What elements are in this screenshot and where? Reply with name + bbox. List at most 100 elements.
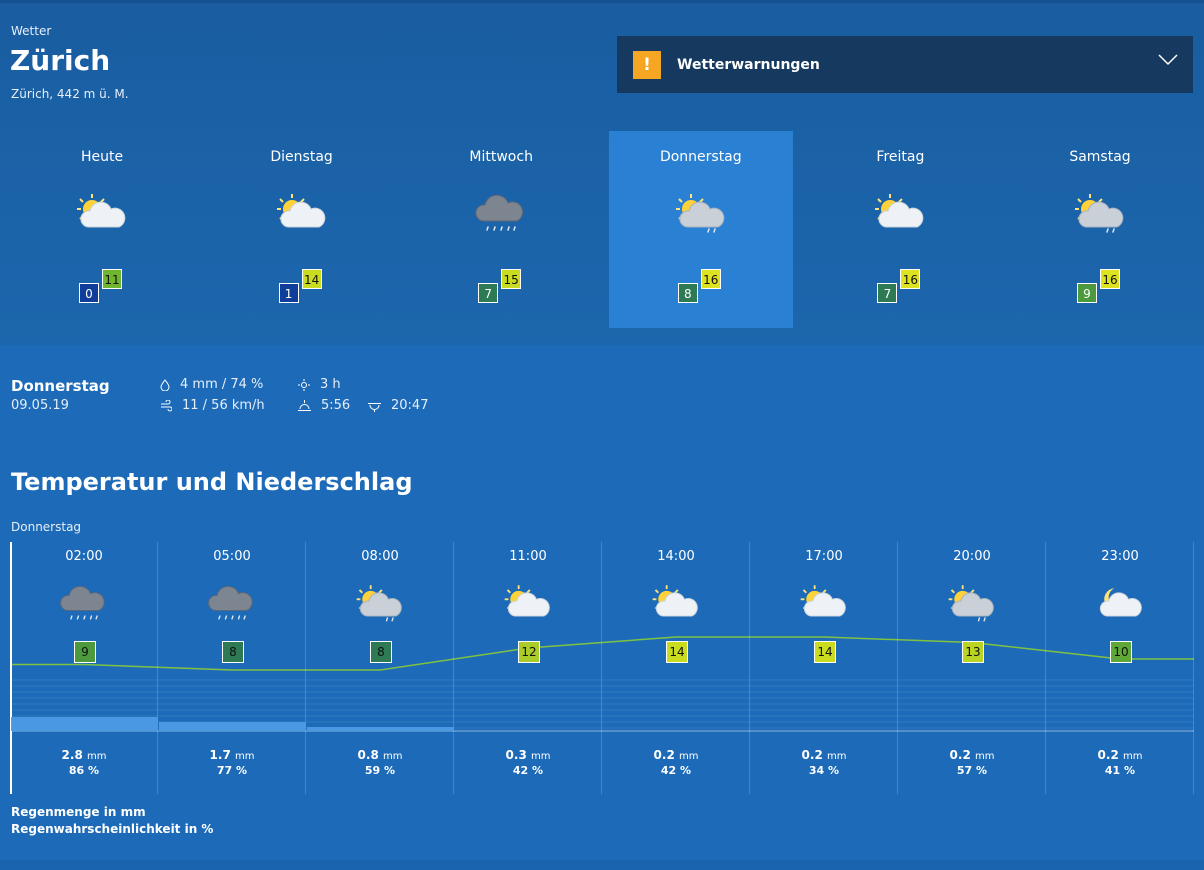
rain-probability: 86 % — [68, 764, 100, 777]
rain-amount: 0.2 mm — [1046, 748, 1194, 762]
temp-max-badge: 16 — [900, 269, 921, 289]
temp-min-badge: 1 — [278, 283, 299, 303]
hour-temp-badge: 10 — [1110, 641, 1132, 663]
rain-probability: 42 % — [512, 764, 544, 777]
hour-label: 23:00 — [1101, 549, 1139, 564]
hourly-column: 08:00 8 0.8 mm 59 % — [306, 542, 454, 794]
sun-cloud-icon — [800, 585, 846, 617]
hour-label: 02:00 — [65, 549, 103, 564]
sunrise-summary: 5:56 — [298, 398, 350, 413]
rain-amount-value: 0.2 — [1097, 748, 1119, 762]
rain-amount: 0.2 mm — [602, 748, 750, 762]
hour-temp-badge: 8 — [222, 641, 244, 663]
temp-max-badge: 16 — [700, 269, 721, 289]
moon-cloud-icon — [1099, 588, 1142, 617]
hourly-column: 02:00 9 2.8 mm 86 % — [10, 542, 158, 794]
legend-rain-amount: Regenmenge in mm — [11, 805, 146, 819]
hour-label: 17:00 — [805, 549, 843, 564]
day-tab-donnerstag[interactable]: Donnerstag 16 8 — [608, 131, 793, 328]
temp-max-badge: 15 — [501, 269, 522, 289]
sunset-icon — [368, 402, 381, 412]
page-bottom-border — [0, 860, 1204, 870]
rain-cloud-icon — [475, 194, 524, 231]
rain-amount-value: 0.2 — [949, 748, 971, 762]
day-name: Donnerstag — [659, 149, 742, 165]
precipitation-value: 4 mm / 74 % — [180, 377, 264, 392]
rain-amount-value: 0.2 — [653, 748, 675, 762]
sun-cloud-icon — [276, 194, 325, 228]
day-tab-mittwoch[interactable]: Mittwoch 15 7 — [409, 131, 593, 328]
temp-min-badge: 0 — [79, 283, 99, 303]
section-subtitle: Donnerstag — [11, 520, 82, 534]
rain-probability: 77 % — [216, 764, 248, 777]
rain-amount: 0.2 mm — [750, 748, 898, 762]
temp-max-badge: 16 — [1100, 269, 1120, 289]
precipitation-summary: 4 mm / 74 % — [160, 377, 263, 392]
sun-cloud-icon — [504, 585, 550, 617]
rain-amount-value: 0.2 — [801, 748, 823, 762]
hourly-column: 20:00 13 0.2 mm 57 % — [898, 542, 1046, 794]
hour-label: 11:00 — [509, 549, 547, 564]
weather-warnings-dropdown[interactable]: ! Wetterwarnungen — [617, 36, 1193, 93]
rain-amount-unit: mm — [1122, 751, 1143, 762]
forecast-header: Wetter Zürich Zürich, 442 m ü. M. ! Wett… — [0, 0, 1204, 345]
hourly-column: 17:00 14 0.2 mm 34 % — [750, 542, 898, 794]
day-name: Mittwoch — [469, 149, 533, 165]
chevron-down-icon — [1158, 54, 1178, 66]
rain-amount-unit: mm — [974, 751, 995, 762]
raindrop-icon — [160, 378, 170, 391]
day-tabs: Heute 11 0 Dienstag 14 1 Mittwoch 15 7 Donnerstag… — [10, 131, 1194, 328]
rain-amount: 0.3 mm — [454, 748, 602, 762]
rain-cloud-icon — [208, 585, 253, 620]
hour-label: 05:00 — [213, 549, 251, 564]
sun-cloud-icon — [652, 585, 698, 617]
sun-rain-cloud-icon — [675, 194, 725, 233]
rain-amount: 1.7 mm — [158, 748, 306, 762]
day-tab-freitag[interactable]: Freitag 16 7 — [808, 131, 992, 328]
day-tab-heute[interactable]: Heute 11 0 — [10, 131, 194, 328]
day-name: Samstag — [1069, 149, 1131, 165]
day-name: Freitag — [876, 149, 925, 165]
sunrise-value: 5:56 — [321, 398, 351, 413]
rain-probability: 42 % — [660, 764, 692, 777]
hourly-column: 14:00 14 0.2 mm 42 % — [602, 542, 750, 794]
temp-max-badge: 11 — [102, 269, 122, 289]
sun-cloud-icon — [77, 194, 126, 228]
hour-temp-badge: 9 — [74, 641, 96, 663]
hourly-column: 11:00 12 0.3 mm 42 % — [454, 542, 602, 794]
day-name: Heute — [80, 149, 124, 165]
rain-amount-value: 2.8 — [61, 748, 83, 762]
rain-amount: 2.8 mm — [10, 748, 158, 762]
hour-temp-badge: 13 — [962, 641, 984, 663]
warning-icon: ! — [633, 50, 661, 79]
rain-amount-unit: mm — [234, 751, 255, 762]
rain-amount-unit: mm — [678, 751, 699, 762]
hour-temp-badge: 14 — [814, 641, 836, 663]
wind-summary: 11 / 56 km/h — [160, 398, 265, 413]
rain-amount: 0.2 mm — [898, 748, 1046, 762]
hour-temp-badge: 12 — [518, 641, 540, 663]
temp-min-badge: 8 — [677, 283, 698, 303]
rain-amount-value: 1.7 — [209, 748, 231, 762]
detail-day-name: Donnerstag — [11, 377, 110, 395]
page-title: Zürich — [10, 44, 111, 77]
wind-icon — [161, 399, 172, 411]
hour-temp-badge: 8 — [370, 641, 392, 663]
hour-temp-badge: 14 — [666, 641, 688, 663]
sun-rain-cloud-icon — [356, 585, 402, 622]
day-tab-dienstag[interactable]: Dienstag 14 1 — [210, 131, 394, 328]
hour-label: 20:00 — [953, 549, 991, 564]
detail-date: 09.05.19 — [11, 398, 69, 413]
rain-amount: 0.8 mm — [306, 748, 454, 762]
rain-amount-unit: mm — [86, 751, 107, 762]
hour-label: 08:00 — [361, 549, 399, 564]
rain-probability: 57 % — [956, 764, 988, 777]
day-tab-samstag[interactable]: Samstag 16 9 — [1008, 131, 1192, 328]
legend-rain-probability: Regenwahrscheinlichkeit in % — [11, 822, 214, 836]
rain-amount-bar — [11, 717, 158, 731]
temp-min-badge: 7 — [877, 283, 898, 303]
hour-label: 14:00 — [657, 549, 695, 564]
temp-min-badge: 9 — [1077, 283, 1097, 303]
sunrise-icon — [298, 399, 311, 411]
weather-warnings-label: Wetterwarnungen — [677, 56, 820, 73]
